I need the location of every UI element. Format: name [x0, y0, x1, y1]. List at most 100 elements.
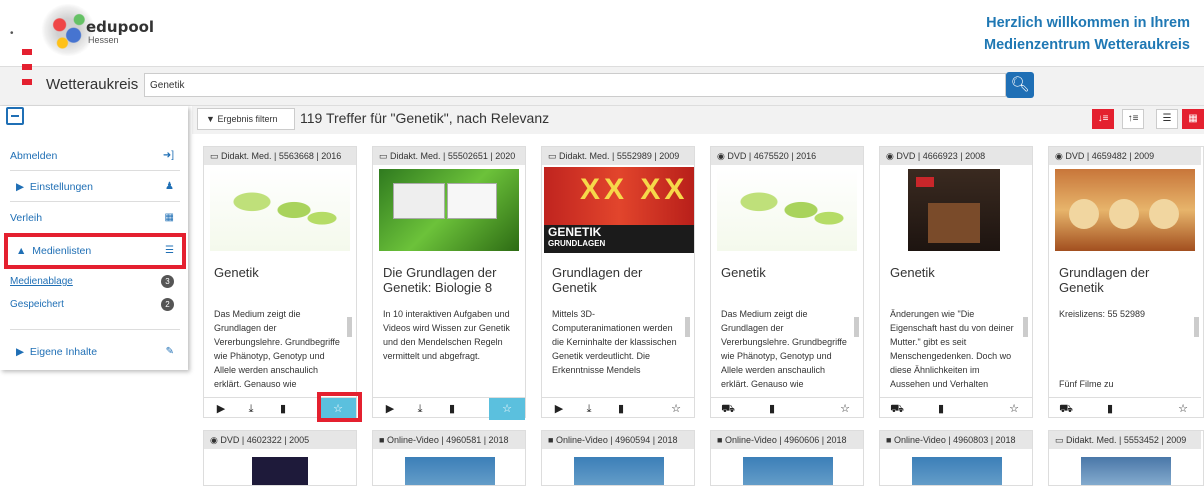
- thumbnail: [743, 457, 833, 485]
- favorite-button[interactable]: ☆: [1165, 398, 1201, 420]
- divider: [10, 329, 180, 330]
- highlight-box-medienlisten: [4, 233, 186, 269]
- sort-asc-button[interactable]: ↑≡: [1122, 109, 1144, 129]
- card-actions: ⛟ ▮ ☆: [880, 397, 1032, 419]
- card-header: ▭ Didakt. Med. | 5563668 | 2016: [204, 147, 356, 165]
- card-header: ■ Online-Video | 4960606 | 2018: [711, 431, 863, 449]
- document-button[interactable]: ▮: [757, 398, 787, 420]
- card-title[interactable]: Grundlagen der Genetik: [552, 265, 690, 295]
- video-icon: ■: [379, 435, 385, 445]
- hamburger-menu-icon[interactable]: [22, 49, 32, 99]
- media-card[interactable]: ▭ Didakt. Med. | 5553452 | 2009: [1048, 430, 1204, 486]
- logout-icon: ➜]: [162, 150, 174, 161]
- divider: [10, 201, 180, 202]
- dvd-cover-thumbnail: [1055, 169, 1195, 251]
- edupool-logo[interactable]: edupool Hessen: [40, 4, 154, 60]
- sidebar-item-eigene-inhalte[interactable]: ▶ Eigene Inhalte ✎: [10, 338, 180, 366]
- thumbnail-title: GENETIK: [548, 225, 602, 239]
- sort-desc-button[interactable]: ↓≡: [1092, 109, 1114, 129]
- description-scrollbar[interactable]: [346, 307, 353, 393]
- card-actions: ⛟ ▮ ☆: [1049, 397, 1201, 419]
- cart-button[interactable]: ⛟: [882, 398, 912, 420]
- card-title[interactable]: Die Grundlagen der Genetik: Biologie 8: [383, 265, 521, 295]
- welcome-text: Herzlich willkommen in Ihrem Medienzentr…: [984, 12, 1190, 56]
- card-header: ◉ DVD | 4666923 | 2008: [880, 147, 1032, 165]
- menu-dot: •: [10, 28, 14, 39]
- search-button[interactable]: 🔍︎: [1006, 72, 1034, 98]
- document-button[interactable]: ▮: [606, 398, 636, 420]
- description-scrollbar[interactable]: [684, 307, 691, 393]
- sidebar-item-abmelden[interactable]: Abmelden ➜]: [10, 142, 180, 170]
- search-input[interactable]: [144, 73, 1006, 97]
- card-description: Das Medium zeigt die Grundlagen der Vere…: [721, 309, 847, 389]
- calendar-icon: ▦: [164, 212, 174, 223]
- card-description: Änderungen wie "Die Eigenschaft hast du …: [890, 309, 1014, 389]
- collapse-sidebar-button[interactable]: [6, 107, 24, 125]
- cart-button[interactable]: ⛟: [1051, 398, 1081, 420]
- play-button[interactable]: ▶: [544, 398, 574, 420]
- download-button[interactable]: ⤓: [236, 398, 266, 420]
- card-header: ■ Online-Video | 4960594 | 2018: [542, 431, 694, 449]
- thumbnail: [1081, 457, 1171, 485]
- media-card[interactable]: ▭ Didakt. Med. | 5563668 | 2016 Genetik …: [203, 146, 357, 420]
- sidebar-item-gespeichert[interactable]: Gespeichert 2: [10, 291, 180, 319]
- card-title[interactable]: Genetik: [214, 265, 352, 280]
- sidebar-item-einstellungen[interactable]: ▶ Einstellungen ♟: [10, 173, 180, 201]
- media-card[interactable]: ■ Online-Video | 4960581 | 2018: [372, 430, 526, 486]
- card-title[interactable]: Grundlagen der Genetik: [1059, 265, 1197, 295]
- media-card[interactable]: ◉ DVD | 4666923 | 2008 Genetik Änderunge…: [879, 146, 1033, 418]
- favorite-button[interactable]: ☆: [827, 398, 863, 420]
- monitor-icon: ▭: [1055, 435, 1064, 445]
- disc-icon: ◉: [717, 151, 725, 161]
- card-header: ▭ Didakt. Med. | 5552989 | 2009: [542, 147, 694, 165]
- play-button[interactable]: ▶: [206, 398, 236, 420]
- sidebar-item-verleih[interactable]: Verleih ▦: [10, 204, 180, 232]
- biology-thumbnail: [379, 169, 519, 251]
- cart-button[interactable]: ⛟: [713, 398, 743, 420]
- disc-icon: ◉: [886, 151, 894, 161]
- list-view-button[interactable]: ☰: [1156, 109, 1178, 129]
- card-header: ◉ DVD | 4659482 | 2009: [1049, 147, 1201, 165]
- media-card[interactable]: ◉ DVD | 4602322 | 2005: [203, 430, 357, 486]
- peas-thumbnail: [210, 169, 350, 251]
- filter-button[interactable]: ▼ Ergebnis filtern: [197, 108, 295, 130]
- media-card[interactable]: ◉ DVD | 4675520 | 2016 Genetik Das Mediu…: [710, 146, 864, 418]
- search-icon: 🔍︎: [1010, 76, 1030, 93]
- media-card[interactable]: ▭ Didakt. Med. | 55502651 | 2020 Die Gru…: [372, 146, 526, 420]
- thumbnail: [912, 457, 1002, 485]
- filter-icon: ▼: [206, 114, 215, 124]
- card-header: ■ Online-Video | 4960581 | 2018: [373, 431, 525, 449]
- description-scrollbar[interactable]: [1022, 307, 1029, 393]
- description-scrollbar[interactable]: [1193, 307, 1200, 393]
- favorite-button[interactable]: ☆: [489, 398, 525, 420]
- card-title[interactable]: Genetik: [890, 265, 1028, 280]
- thumbnail: [252, 457, 308, 485]
- document-button[interactable]: ▮: [1095, 398, 1125, 420]
- media-card[interactable]: ◉ DVD | 4659482 | 2009 Grundlagen der Ge…: [1048, 146, 1204, 418]
- favorite-button[interactable]: ☆: [658, 398, 694, 420]
- media-card[interactable]: ▭ Didakt. Med. | 5552989 | 2009 XX XX GE…: [541, 146, 695, 418]
- card-description: Das Medium zeigt die Grundlagen der Vere…: [214, 309, 340, 389]
- media-card[interactable]: ■ Online-Video | 4960594 | 2018: [541, 430, 695, 486]
- play-button[interactable]: ▶: [375, 398, 405, 420]
- download-button[interactable]: ⤓: [405, 398, 435, 420]
- disc-icon: ◉: [210, 435, 218, 445]
- monitor-icon: ▭: [548, 151, 557, 161]
- count-badge: 2: [161, 298, 174, 311]
- monitor-icon: ▭: [379, 151, 388, 161]
- card-description: In 10 interaktiven Aufgaben und Videos w…: [383, 309, 510, 361]
- download-button[interactable]: ⤓: [574, 398, 604, 420]
- document-button[interactable]: ▮: [926, 398, 956, 420]
- logo-sub: Hessen: [88, 35, 119, 45]
- thumbnail-subtitle: GRUNDLAGEN: [548, 239, 606, 248]
- description-scrollbar[interactable]: [853, 307, 860, 393]
- dvd-cover-thumbnail: [908, 169, 1000, 251]
- media-card[interactable]: ■ Online-Video | 4960803 | 2018: [879, 430, 1033, 486]
- media-card[interactable]: ■ Online-Video | 4960606 | 2018: [710, 430, 864, 486]
- grid-view-button[interactable]: ▦: [1182, 109, 1204, 129]
- document-button[interactable]: ▮: [437, 398, 467, 420]
- card-title[interactable]: Genetik: [721, 265, 859, 280]
- disc-icon: ◉: [1055, 151, 1063, 161]
- favorite-button[interactable]: ☆: [996, 398, 1032, 420]
- document-button[interactable]: ▮: [268, 398, 298, 420]
